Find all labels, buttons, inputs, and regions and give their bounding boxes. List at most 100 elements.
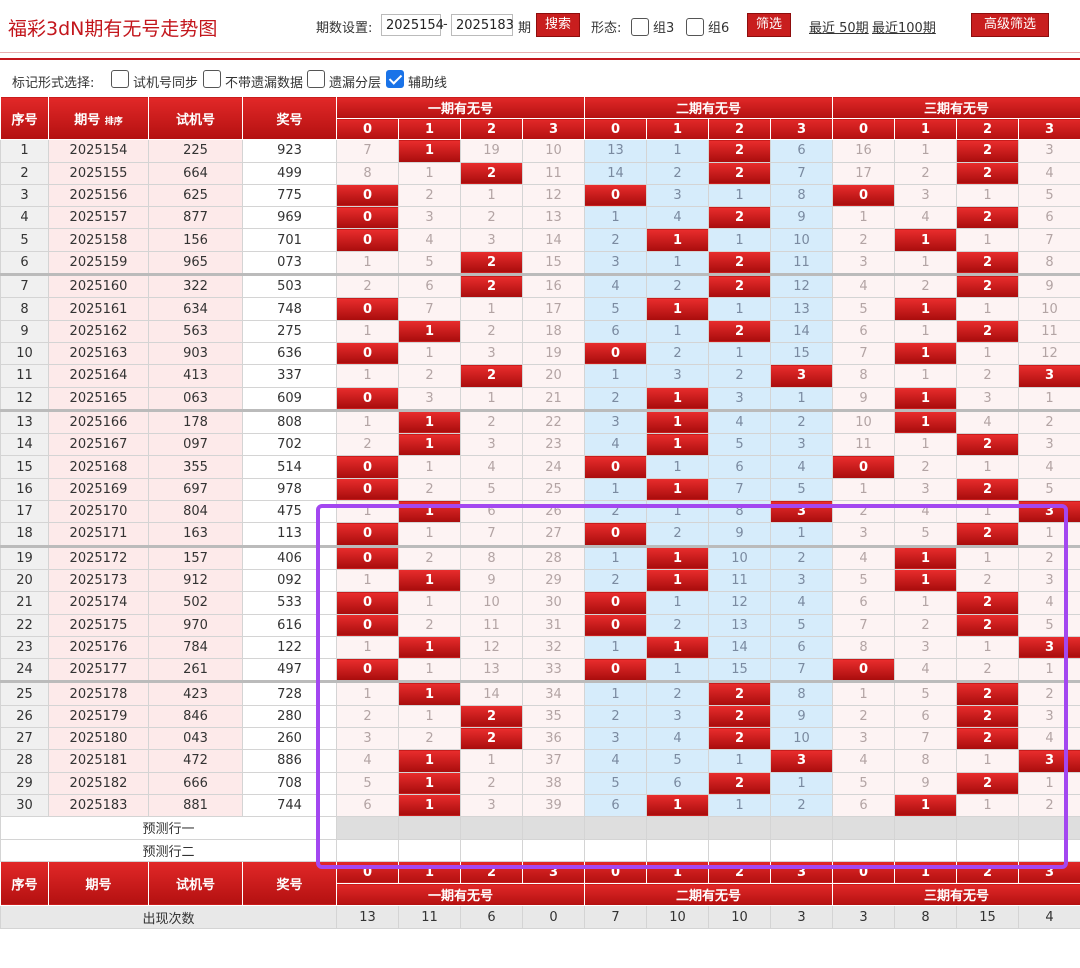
prediction-label: 预测行一 bbox=[0, 816, 337, 840]
row-period: 2025170 bbox=[48, 500, 149, 524]
omission-cell: 1 bbox=[708, 341, 772, 366]
omission-cell: 6 bbox=[770, 635, 834, 660]
prediction-cell[interactable] bbox=[832, 838, 896, 862]
prediction-cell[interactable] bbox=[1018, 838, 1080, 862]
period-from-input[interactable]: 2025154 bbox=[381, 14, 444, 36]
omission-cell: 8 bbox=[832, 364, 896, 388]
prediction-cell[interactable] bbox=[770, 816, 834, 840]
omission-cell: 2 bbox=[770, 793, 834, 818]
hit-cell: 0 bbox=[336, 544, 399, 570]
omission-cell: 3 bbox=[1018, 139, 1080, 163]
hit-cell: 2 bbox=[956, 139, 1020, 163]
sort-label[interactable]: 排序 bbox=[105, 117, 123, 127]
no-omission-checkbox[interactable] bbox=[203, 70, 221, 88]
prediction-cell[interactable] bbox=[708, 838, 772, 862]
prediction-cell[interactable] bbox=[336, 838, 399, 862]
hit-cell: 3 bbox=[1018, 749, 1080, 773]
footer-digit-0: 0 bbox=[336, 860, 399, 885]
prediction-cell[interactable] bbox=[832, 816, 896, 840]
prediction-cell[interactable] bbox=[460, 838, 523, 862]
occurrence-count: 11 bbox=[398, 905, 461, 929]
recent-50-link[interactable]: 最近 50期 bbox=[809, 17, 869, 36]
prediction-cell[interactable] bbox=[894, 838, 958, 862]
omission-cell: 1 bbox=[646, 319, 710, 343]
group3-checkbox[interactable] bbox=[631, 18, 649, 36]
prediction-cell[interactable] bbox=[708, 816, 772, 840]
omission-layer-checkbox[interactable] bbox=[307, 70, 325, 88]
omission-cell: 38 bbox=[521, 771, 586, 795]
omission-cell: 30 bbox=[521, 591, 586, 615]
hit-cell: 2 bbox=[956, 771, 1020, 795]
omission-cell: 1 bbox=[460, 297, 523, 321]
group6-checkbox[interactable] bbox=[686, 18, 704, 36]
hit-cell: 0 bbox=[584, 183, 648, 208]
prediction-cell[interactable] bbox=[398, 816, 461, 840]
row-seq: 14 bbox=[0, 433, 49, 457]
omission-cell: 4 bbox=[956, 408, 1020, 435]
prediction-cell[interactable] bbox=[460, 816, 523, 840]
prediction-cell[interactable] bbox=[770, 838, 834, 862]
prediction-cell[interactable] bbox=[894, 816, 958, 840]
prediction-cell[interactable] bbox=[584, 838, 648, 862]
omission-cell: 3 bbox=[398, 386, 461, 411]
trial-sync-label: 试机号同步 bbox=[133, 76, 199, 91]
filter-button[interactable]: 筛选 bbox=[747, 13, 791, 37]
hit-cell: 1 bbox=[894, 386, 958, 411]
prediction-cell[interactable] bbox=[521, 838, 586, 862]
prediction-cell[interactable] bbox=[336, 816, 399, 840]
hit-cell: 1 bbox=[398, 319, 461, 343]
row-trial: 156 bbox=[148, 228, 243, 252]
hit-cell: 1 bbox=[398, 408, 461, 435]
row-period: 2025165 bbox=[48, 386, 149, 411]
occurrence-label: 出现次数 bbox=[0, 905, 337, 929]
hit-cell: 0 bbox=[832, 455, 896, 479]
header-digit-0: 0 bbox=[832, 118, 896, 141]
no-omission-label: 不带遗漏数据 bbox=[225, 76, 304, 91]
hit-cell: 2 bbox=[956, 273, 1020, 299]
omission-cell: 1 bbox=[770, 386, 834, 411]
hit-cell: 2 bbox=[460, 161, 523, 185]
omission-cell: 6 bbox=[1018, 206, 1080, 230]
omission-cell: 1 bbox=[646, 591, 710, 615]
prediction-cell[interactable] bbox=[584, 816, 648, 840]
header-digit-1: 1 bbox=[398, 118, 461, 141]
row-seq: 12 bbox=[0, 386, 49, 411]
omission-cell: 8 bbox=[460, 544, 523, 570]
omission-cell: 23 bbox=[521, 433, 586, 457]
omission-cell: 4 bbox=[770, 591, 834, 615]
omission-cell: 1 bbox=[584, 544, 648, 570]
recent-100-link[interactable]: 最近100期 bbox=[872, 17, 936, 36]
period-to-input[interactable]: 2025183 bbox=[451, 14, 514, 36]
table-row: 2 2025155 664 499 8 1 2 11 14 2 2 7 17 2 2 4 bbox=[0, 161, 1080, 185]
omission-cell: 2 bbox=[1018, 544, 1080, 570]
row-trial: 625 bbox=[148, 183, 243, 208]
prediction-cell[interactable] bbox=[646, 838, 710, 862]
row-seq: 20 bbox=[0, 568, 49, 593]
omission-cell: 2 bbox=[398, 727, 461, 751]
hit-cell: 2 bbox=[460, 704, 523, 729]
omission-cell: 6 bbox=[336, 793, 399, 818]
prediction-cell[interactable] bbox=[956, 838, 1020, 862]
omission-cell: 21 bbox=[521, 386, 586, 411]
omission-cell: 1 bbox=[1018, 522, 1080, 547]
advanced-filter-button[interactable]: 高级筛选 bbox=[971, 13, 1049, 37]
trial-sync-checkbox[interactable] bbox=[111, 70, 129, 88]
prediction-cell[interactable] bbox=[1018, 816, 1080, 840]
hit-cell: 1 bbox=[894, 568, 958, 593]
omission-cell: 1 bbox=[646, 139, 710, 163]
table-row: 12 2025165 063 609 0 3 1 21 2 1 3 1 9 1 3 1 bbox=[0, 386, 1080, 411]
omission-cell: 1 bbox=[956, 183, 1020, 208]
omission-cell: 1 bbox=[584, 364, 648, 388]
hit-cell: 0 bbox=[336, 477, 399, 502]
row-period: 2025171 bbox=[48, 522, 149, 547]
omission-cell: 37 bbox=[521, 749, 586, 773]
search-button[interactable]: 搜索 bbox=[536, 13, 580, 37]
prediction-cell[interactable] bbox=[956, 816, 1020, 840]
hit-cell: 1 bbox=[398, 433, 461, 457]
prediction-cell[interactable] bbox=[521, 816, 586, 840]
row-prize: 514 bbox=[242, 455, 337, 479]
header-period[interactable]: 期号 排序 bbox=[48, 95, 149, 141]
prediction-cell[interactable] bbox=[646, 816, 710, 840]
guide-line-checkbox[interactable] bbox=[386, 70, 404, 88]
prediction-cell[interactable] bbox=[398, 838, 461, 862]
